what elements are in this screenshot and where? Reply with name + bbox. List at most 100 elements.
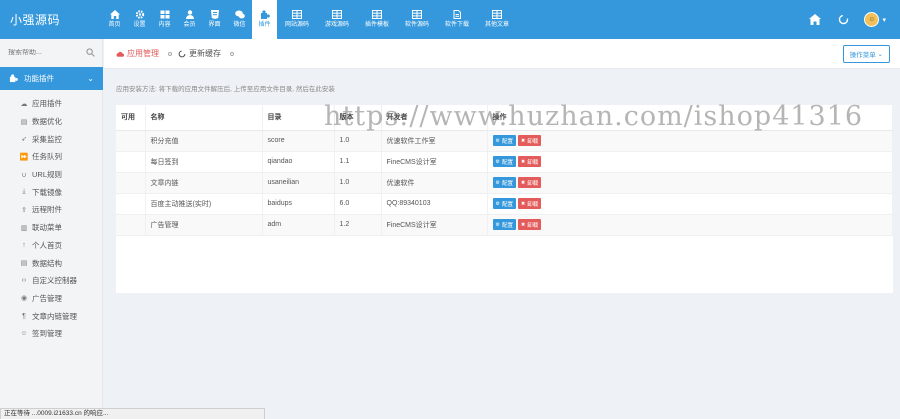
gear-icon [135,10,145,22]
cell-author: FineCMS设计室 [381,214,488,236]
cell-version: 1.1 [334,151,382,173]
separator-dot [230,51,234,56]
topnav-label: 其他文章 [484,22,509,28]
refresh-icon[interactable] [836,13,850,27]
puzzle-icon [260,10,270,22]
topnav-label: 软件源码 [404,22,429,28]
cell-enabled [116,130,146,152]
user-icon [185,10,195,22]
cell-version: 1.0 [334,172,382,194]
sidebar-item-4[interactable]: ∪ URL规则 [0,166,103,184]
sidebar-item-6[interactable]: ⇪ 远程附件 [0,201,103,219]
sidebar-item-label: 下载镜像 [32,187,62,197]
sidebar-item-label: 数据结构 [32,258,62,268]
separator-dot [168,51,172,56]
cell-version: 1.0 [334,130,382,152]
topnav-item-0[interactable]: 首页 [102,0,127,39]
topnav-item-2[interactable]: 内容 [152,0,177,39]
refresh-icon [178,50,186,57]
chevron-down-icon: ⌄ [875,51,883,58]
sidebar-item-9[interactable]: ▤ 数据结构 [0,254,103,272]
sidebar-item-10[interactable]: ‹› 自定义控制器 [0,272,103,290]
brand-logo[interactable]: 小强源码 [10,11,60,28]
cell-dir: usaneilian [262,172,335,194]
html5-icon [210,10,220,22]
topnav-item-6[interactable]: 插件 [252,0,277,39]
topnav-label: 网站源码 [284,22,309,28]
th-icon [160,10,170,22]
uninstall-button[interactable]: ✖ 卸载 [518,177,542,188]
cell-dir: score [262,130,335,152]
avatar[interactable]: ☺ [864,12,880,27]
uninstall-button[interactable]: ✖ 卸载 [518,156,542,167]
sidebar-item-label: 应用插件 [32,99,62,109]
sidebar-item-label: 签到管理 [32,329,62,339]
cell-dir: baidups [262,193,335,215]
uninstall-button-label: 卸载 [527,201,539,208]
topnav-item-7[interactable]: 网站源码 [277,0,317,39]
uninstall-button[interactable]: ✖ 卸载 [518,219,542,230]
topnav-label: 设置 [133,22,146,28]
sidebar-item-2[interactable]: ➶ 采集监控 [0,130,103,148]
config-button[interactable]: ⚙ 配置 [492,177,516,188]
table-header-row: 可用 名称 目录 版本 开发者 操作 [116,105,893,131]
file-icon [452,10,462,22]
operation-menu-button[interactable]: 操作菜单 ⌄ [842,45,890,63]
sidebar-item-7[interactable]: ▥ 联动菜单 [0,219,103,237]
config-button[interactable]: ⚙ 配置 [492,135,516,146]
cell-author: FineCMS设计室 [381,151,488,173]
chevron-down-icon[interactable]: ▾ [882,16,886,24]
tab-refresh-cache[interactable]: 更新缓存 [178,48,221,59]
sidebar-item-1[interactable]: ▤ 数据优化 [0,113,103,131]
uninstall-button-label: 卸载 [527,159,539,166]
sidebar-item-12[interactable]: ¶ 文章内链管理 [0,307,103,325]
sidebar-item-label: 任务队列 [32,152,62,162]
sidebar-item-8[interactable]: ↑ 个人首页 [0,237,103,255]
cell-version: 6.0 [334,193,382,215]
trash-icon: ✖ [521,179,526,186]
sidebar-item-13[interactable]: ☺ 签到管理 [0,325,103,343]
topnav-label: 软件下载 [444,22,469,28]
sidebar-item-0[interactable]: ☁ 应用插件 [0,95,103,113]
sidebar-group-plugins[interactable]: 功能插件 ⌄ [0,67,103,90]
table-row: 广告管理 adm 1.2 FineCMS设计室 ⚙ 配置 ✖ 卸载 [116,214,893,236]
tab-refresh-cache-label: 更新缓存 [189,49,221,58]
home-icon[interactable] [808,13,822,27]
topnav-item-9[interactable]: 插件模板 [357,0,397,39]
topnav-item-1[interactable]: 设置 [127,0,152,39]
sidebar-item-11[interactable]: ◉ 广告管理 [0,290,103,308]
topnav-item-3[interactable]: 会员 [177,0,202,39]
search-icon[interactable] [86,48,95,57]
col-header-author: 开发者 [381,105,488,131]
topnav-item-8[interactable]: 游戏源码 [317,0,357,39]
topnav-item-11[interactable]: 软件下载 [437,0,477,39]
config-button[interactable]: ⚙ 配置 [492,198,516,209]
topnav-item-5[interactable]: 微信 [227,0,252,39]
gear-icon: ⚙ [495,200,500,207]
tab-app-manage[interactable]: 应用管理 [116,48,159,59]
gear-icon: ⚙ [495,137,500,144]
cell-enabled [116,172,146,194]
cell-actions: ⚙ 配置 ✖ 卸载 [487,214,893,236]
col-header-enabled: 可用 [116,105,146,131]
download-icon: ⤓ [22,188,26,196]
config-button[interactable]: ⚙ 配置 [492,156,516,167]
topnav-item-4[interactable]: 界面 [202,0,227,39]
sidebar-item-3[interactable]: ⏩ 任务队列 [0,148,103,166]
cell-actions: ⚙ 配置 ✖ 卸载 [487,151,893,173]
uninstall-button[interactable]: ✖ 卸载 [518,135,542,146]
search-input[interactable] [8,49,78,56]
table-row: 百度主动推送(实时) baidups 6.0 QQ:89340103 ⚙ 配置 ✖ 卸载 [116,193,893,215]
uninstall-button[interactable]: ✖ 卸载 [518,198,542,209]
config-button[interactable]: ⚙ 配置 [492,219,516,230]
topnav-item-12[interactable]: 其他文章 [477,0,517,39]
topnav-item-10[interactable]: 软件源码 [397,0,437,39]
sidebar-item-5[interactable]: ⤓ 下载镜像 [0,183,103,201]
cell-author: 优速软件工作室 [381,130,488,152]
table-row: 每日签到 qiandao 1.1 FineCMS设计室 ⚙ 配置 ✖ 卸载 [116,151,893,173]
uninstall-button-label: 卸载 [527,222,539,229]
cell-actions: ⚙ 配置 ✖ 卸载 [487,130,893,152]
columns-icon: ▥ [20,224,28,232]
sidebar-menu: ☁ 应用插件 ▤ 数据优化 ➶ 采集监控 ⏩ 任务队列 ∪ URL规则 ⤓ 下载镜像 ⇪ 远程附件 ▥ 联动菜… [0,95,103,343]
cell-name: 广告管理 [145,214,263,236]
